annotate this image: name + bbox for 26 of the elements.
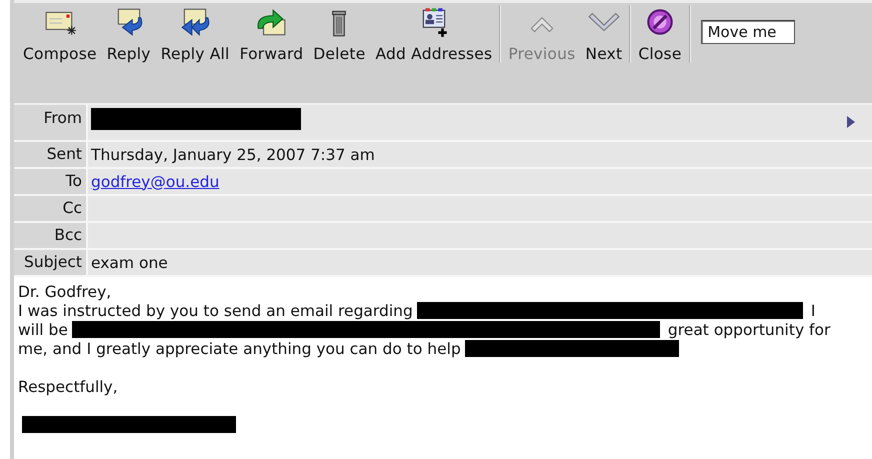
header-value: exam one	[91, 254, 168, 272]
forward-button[interactable]: Forward	[234, 3, 308, 65]
reply-all-button[interactable]: Reply All	[156, 3, 235, 65]
header-value: Thursday, January 25, 2007 7:37 am	[91, 146, 375, 164]
add-addresses-button[interactable]: Add Addresses	[370, 3, 498, 65]
close-button[interactable]: Close	[633, 3, 687, 65]
message-text: me, and I greatly appreciate anything you can do to help	[18, 340, 461, 358]
header-label: To	[14, 169, 88, 194]
header-label: Cc	[14, 196, 88, 221]
message-text: I	[810, 302, 816, 320]
header-label: From	[14, 105, 88, 140]
header-label: Subject	[14, 250, 88, 275]
move-message-select[interactable]: Move me	[700, 20, 795, 44]
delete-button[interactable]: Delete	[308, 3, 370, 65]
next-button[interactable]: Next	[580, 3, 628, 65]
email-link[interactable]: godfrey@ou.edu	[91, 172, 220, 190]
header-label: Bcc	[14, 223, 88, 248]
message-text: Respectfully,	[18, 378, 118, 396]
header-label: Sent	[14, 142, 88, 167]
expand-arrow-icon[interactable]	[846, 115, 856, 129]
compose-button[interactable]: Compose	[18, 3, 102, 65]
reply-button[interactable]: Reply	[102, 3, 156, 65]
message-text: Dr. Godfrey,	[18, 283, 112, 301]
message-text: will be	[18, 321, 68, 339]
message-text: I was instructed by you to send an email regarding	[18, 302, 413, 320]
message-text: great opportunity for	[668, 321, 830, 339]
